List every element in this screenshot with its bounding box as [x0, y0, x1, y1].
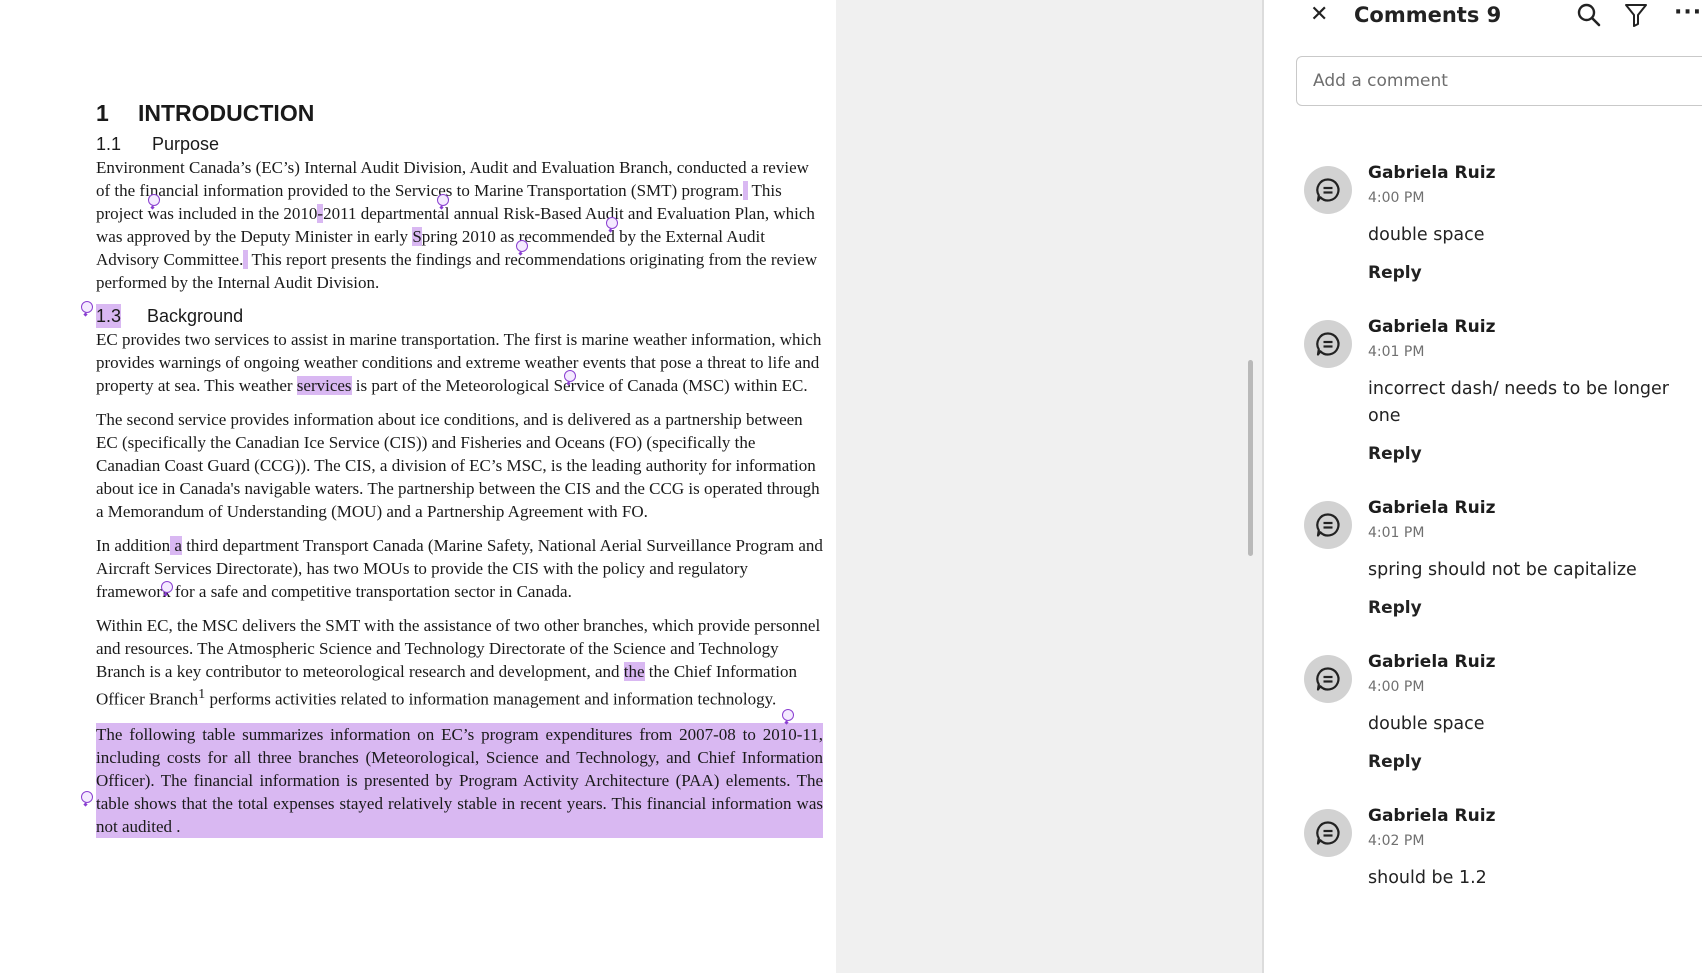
comment-time: 4:02 PM	[1368, 833, 1425, 849]
comment-bubble-icon	[1316, 178, 1340, 202]
comment-list: Gabriela Ruiz 4:00 PM double space Reply…	[1264, 160, 1702, 921]
comment-bubble-icon	[1316, 332, 1340, 356]
highlight-services[interactable]: services	[296, 376, 352, 395]
comment-author: Gabriela Ruiz	[1368, 806, 1496, 826]
heading-introduction: 1 INTRODUCTION	[96, 100, 315, 126]
close-icon[interactable]: ✕	[1310, 0, 1328, 30]
highlight-section-number[interactable]: 1.3	[96, 304, 122, 328]
comment-pin-icon[interactable]	[782, 709, 794, 721]
document-scrollbar[interactable]	[1248, 360, 1253, 556]
comment-time: 4:01 PM	[1368, 525, 1425, 541]
more-options-icon[interactable]: ···	[1674, 0, 1702, 26]
comment-pin-icon[interactable]	[516, 240, 528, 252]
comment-text: double space	[1368, 714, 1485, 734]
filter-icon[interactable]	[1624, 2, 1648, 32]
comment-pin-icon[interactable]	[437, 194, 449, 206]
comment-text: spring should not be capitalize	[1368, 560, 1637, 580]
comment-text: should be 1.2	[1368, 868, 1487, 888]
comment-item[interactable]: Gabriela Ruiz 4:01 PM incorrect dash/ ne…	[1264, 314, 1702, 466]
background-paragraph-1: EC provides two services to assist in ma…	[96, 330, 822, 395]
background-paragraph-2: The second service provides information …	[96, 410, 820, 521]
comment-time: 4:00 PM	[1368, 190, 1425, 206]
document-gutter	[836, 0, 1238, 973]
comment-bubble-icon	[1316, 513, 1340, 537]
highlight-spring-s[interactable]: S	[412, 227, 422, 246]
avatar	[1304, 166, 1352, 214]
add-comment-input[interactable]	[1297, 57, 1702, 105]
avatar	[1304, 320, 1352, 368]
highlight-the[interactable]: the	[623, 662, 645, 681]
highlight-a[interactable]: a	[170, 536, 182, 555]
heading-background: 1.3 Background	[96, 304, 244, 328]
comment-item[interactable]: Gabriela Ruiz 4:02 PM should be 1.2	[1264, 803, 1702, 892]
comment-author: Gabriela Ruiz	[1368, 163, 1496, 183]
avatar	[1304, 655, 1352, 703]
comment-pin-icon[interactable]	[606, 217, 618, 229]
comment-text: double space	[1368, 225, 1485, 245]
comment-pin-icon[interactable]	[161, 581, 173, 593]
avatar	[1304, 501, 1352, 549]
comments-title: Comments 9	[1354, 3, 1502, 27]
background-paragraph-4: Within EC, the MSC delivers the SMT with…	[96, 616, 821, 709]
heading-purpose: 1.1 Purpose	[96, 134, 220, 154]
comments-header: ✕ Comments 9 ···	[1264, 0, 1702, 30]
document-page: 1 INTRODUCTION 1.1 Purpose Environment Can…	[0, 0, 836, 973]
add-comment-box[interactable]	[1296, 56, 1702, 106]
reply-button[interactable]: Reply	[1368, 750, 1422, 774]
purpose-paragraph: Environment Canada’s (EC’s) Internal Aud…	[96, 158, 818, 292]
comment-item[interactable]: Gabriela Ruiz 4:01 PM spring should not …	[1264, 495, 1702, 620]
reply-button[interactable]: Reply	[1368, 596, 1422, 620]
comment-time: 4:01 PM	[1368, 344, 1425, 360]
comment-item[interactable]: Gabriela Ruiz 4:00 PM double space Reply	[1264, 649, 1702, 774]
document-body: 1 INTRODUCTION 1.1 Purpose Environment Can…	[96, 96, 823, 838]
avatar	[1304, 809, 1352, 857]
comment-time: 4:00 PM	[1368, 679, 1425, 695]
comment-item[interactable]: Gabriela Ruiz 4:00 PM double space Reply	[1264, 160, 1702, 285]
highlight-table-paragraph[interactable]: The following table summarizes informati…	[96, 722, 823, 838]
comments-panel: ✕ Comments 9 ··· Gabriela Ruiz 4:00 PM d…	[1264, 0, 1702, 973]
comment-author: Gabriela Ruiz	[1368, 652, 1496, 672]
comment-text: incorrect dash/ needs to be longer one	[1368, 379, 1670, 426]
comment-author: Gabriela Ruiz	[1368, 498, 1496, 518]
comment-pin-icon[interactable]	[81, 791, 93, 803]
background-paragraph-3: In addition a third department Transport…	[96, 536, 823, 601]
reply-button[interactable]: Reply	[1368, 442, 1422, 466]
search-icon[interactable]	[1576, 2, 1602, 32]
comment-pin-icon[interactable]	[81, 301, 93, 313]
reply-button[interactable]: Reply	[1368, 261, 1422, 285]
comment-bubble-icon	[1316, 821, 1340, 845]
comment-pin-icon[interactable]	[564, 370, 576, 382]
comment-pin-icon[interactable]	[148, 194, 160, 206]
comment-author: Gabriela Ruiz	[1368, 317, 1496, 337]
comment-bubble-icon	[1316, 667, 1340, 691]
